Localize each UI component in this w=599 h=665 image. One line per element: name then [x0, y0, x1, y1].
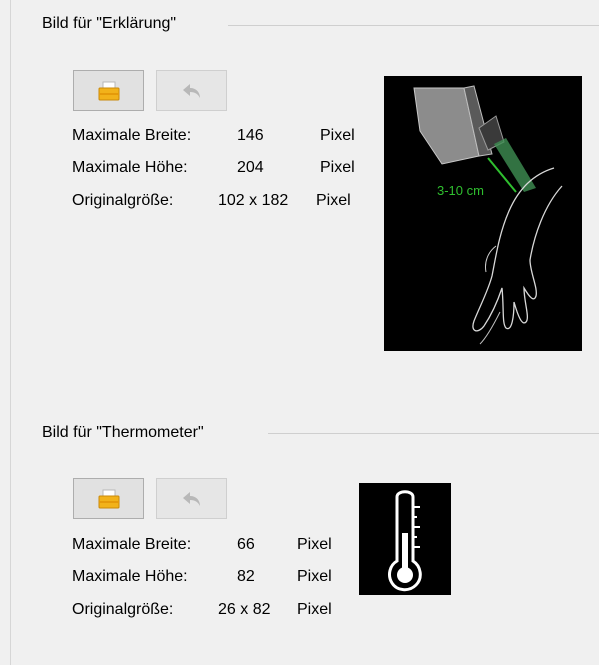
original-size-label: Originalgröße:	[72, 601, 174, 618]
max-width-label: Maximale Breite:	[72, 127, 192, 144]
original-size-unit: Pixel	[297, 601, 332, 618]
thermometer-usage-illustration	[413, 85, 563, 345]
image-preview-thermometer	[359, 483, 451, 595]
max-height-value: 82	[237, 568, 255, 585]
max-width-value: 146	[237, 127, 264, 144]
undo-image-button[interactable]	[156, 70, 227, 111]
max-width-unit: Pixel	[320, 127, 355, 144]
open-image-button[interactable]	[73, 478, 144, 519]
folder-open-icon	[98, 489, 119, 508]
original-size-value: 102 x 182	[218, 192, 289, 209]
original-size-unit: Pixel	[316, 192, 351, 209]
group-title: Bild für "Thermometer"	[42, 424, 208, 442]
max-height-label: Maximale Höhe:	[72, 159, 188, 176]
max-width-value: 66	[237, 536, 255, 553]
group-title: Bild für "Erklärung"	[42, 15, 181, 33]
group-separator-line	[228, 25, 599, 26]
panel-left-border	[10, 0, 11, 665]
original-size-label: Originalgröße:	[72, 192, 174, 209]
undo-arrow-icon	[182, 83, 200, 98]
undo-arrow-icon	[182, 491, 200, 506]
max-height-label: Maximale Höhe:	[72, 568, 188, 585]
thermometer-icon	[388, 490, 422, 592]
max-width-unit: Pixel	[297, 536, 332, 553]
original-size-value: 26 x 82	[218, 601, 271, 618]
max-width-label: Maximale Breite:	[72, 536, 192, 553]
max-height-value: 204	[237, 159, 264, 176]
group-separator-line	[268, 433, 599, 434]
distance-annotation: 3-10 cm	[437, 183, 484, 198]
image-preview-erklaerung: 3-10 cm	[384, 76, 582, 351]
max-height-unit: Pixel	[320, 159, 355, 176]
undo-image-button[interactable]	[156, 478, 227, 519]
folder-open-icon	[98, 81, 119, 100]
open-image-button[interactable]	[73, 70, 144, 111]
max-height-unit: Pixel	[297, 568, 332, 585]
